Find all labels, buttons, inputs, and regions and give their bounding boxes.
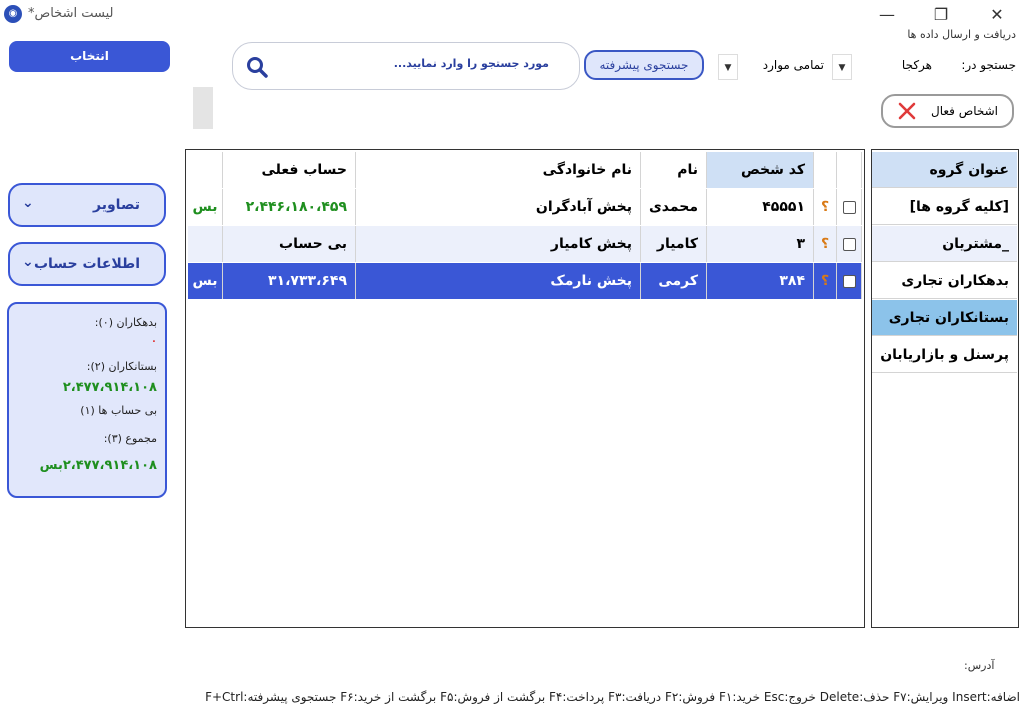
row-code[interactable]: ۴۵۵۵۱: [707, 189, 814, 225]
column-header-status: [188, 152, 223, 188]
account-summary-panel: بدهکاران (۰): ٠ بستانکاران (۲): ۲،۴۷۷،۹۱…: [7, 302, 167, 498]
column-header-last-name[interactable]: نام خانوادگی: [356, 152, 641, 188]
column-header-first-name[interactable]: نام: [641, 152, 707, 188]
row-status: بس: [188, 189, 223, 225]
maximize-button[interactable]: ❐: [918, 0, 964, 30]
group-item-staff[interactable]: پرسنل و بازاریابان: [872, 337, 1017, 373]
total-value: ۲،۴۷۷،۹۱۴،۱۰۸بس: [39, 458, 157, 473]
row-flag-icon: ؟: [814, 226, 837, 262]
row-checkbox[interactable]: [837, 263, 862, 299]
chevron-down-icon[interactable]: ▼: [718, 54, 738, 80]
row-balance[interactable]: ۳۱،۷۳۳،۶۴۹: [223, 263, 356, 299]
close-icon: [898, 102, 916, 120]
search-in-label: جستجو در:: [961, 58, 1016, 72]
debtors-label: بدهکاران (۰):: [94, 316, 157, 329]
row-last-name[interactable]: پخش کامیار: [356, 226, 641, 262]
active-people-label: اشخاص فعال: [930, 104, 998, 118]
table-header-flag: [814, 152, 837, 188]
group-item-creditors[interactable]: بستانکاران تجاری: [872, 300, 1017, 336]
row-status: [188, 226, 223, 262]
row-first-name[interactable]: کرمی: [641, 263, 707, 299]
row-code[interactable]: ۳: [707, 226, 814, 262]
row-status: بس: [188, 263, 223, 299]
no-account-label: بی حساب ها (۱): [80, 404, 157, 417]
advanced-search-button[interactable]: جستجوی پیشرفته: [584, 50, 704, 80]
column-header-balance[interactable]: حساب فعلی: [223, 152, 356, 188]
table-header-checkbox: [837, 152, 862, 188]
images-label: تصاویر: [93, 197, 140, 213]
search-icon[interactable]: [245, 55, 269, 79]
account-info-expander[interactable]: اطلاعات حساب ⌄: [8, 242, 166, 286]
people-table: کد شخص نام نام خانوادگی حساب فعلی ؟ ۴۵۵۵…: [185, 149, 865, 628]
app-logo-icon: ◉: [4, 5, 22, 23]
chevron-down-icon: ⌄: [22, 254, 34, 270]
row-checkbox[interactable]: [837, 189, 862, 225]
row-last-name[interactable]: پخش نارمک: [356, 263, 641, 299]
row-balance[interactable]: ۲،۴۴۶،۱۸۰،۴۵۹: [223, 189, 356, 225]
creditors-label: بستانکاران (۲):: [86, 360, 157, 373]
window-title: لیست اشخاص*: [28, 6, 114, 21]
group-list-header: عنوان گروه: [872, 152, 1017, 188]
group-list: عنوان گروه [کلیه گروه ها] _مشتریان بدهکا…: [871, 149, 1019, 628]
images-expander[interactable]: تصاویر ⌄: [8, 183, 166, 227]
account-info-label: اطلاعات حساب: [33, 256, 140, 272]
sync-data-link[interactable]: دریافت و ارسال داده ها: [907, 28, 1016, 41]
row-checkbox[interactable]: [837, 226, 862, 262]
row-flag-icon: ؟: [814, 263, 837, 299]
search-input[interactable]: [309, 57, 549, 70]
close-window-button[interactable]: ✕: [974, 0, 1020, 30]
keyboard-shortcuts-bar: اضافه:Insert ویرایش:F۷ حذف:Delete خروج:E…: [205, 690, 1020, 704]
creditors-value: ۲،۴۷۷،۹۱۴،۱۰۸: [62, 380, 157, 395]
row-code[interactable]: ۳۸۴: [707, 263, 814, 299]
select-button[interactable]: انتخاب: [9, 41, 170, 72]
total-label: مجموع (۳):: [103, 432, 157, 445]
minimize-button[interactable]: —: [864, 0, 910, 30]
group-item-debtors[interactable]: بدهکاران تجاری: [872, 263, 1017, 299]
row-flag-icon: ؟: [814, 189, 837, 225]
title-bar: ◉ لیست اشخاص* — ❐ ✕: [0, 0, 1024, 30]
chevron-down-icon[interactable]: ▼: [832, 54, 852, 80]
chevron-down-icon: ⌄: [22, 195, 34, 211]
group-item-customers[interactable]: _مشتریان: [872, 226, 1017, 262]
row-first-name[interactable]: محمدی: [641, 189, 707, 225]
group-item-all[interactable]: [کلیه گروه ها]: [872, 189, 1017, 225]
search-box: [232, 42, 580, 90]
filter-select[interactable]: تمامی موارد: [763, 58, 824, 72]
row-balance[interactable]: بی حساب: [223, 226, 356, 262]
row-first-name[interactable]: کامیار: [641, 226, 707, 262]
search-scope-select[interactable]: هرکجا: [902, 58, 932, 72]
active-people-toggle[interactable]: اشخاص فعال: [881, 94, 1014, 128]
address-label: آدرس:: [964, 659, 995, 672]
column-header-code[interactable]: کد شخص: [707, 152, 814, 188]
debtors-value: ٠: [150, 336, 157, 347]
row-last-name[interactable]: پخش آبادگران: [356, 189, 641, 225]
scroll-handle[interactable]: [193, 87, 213, 129]
